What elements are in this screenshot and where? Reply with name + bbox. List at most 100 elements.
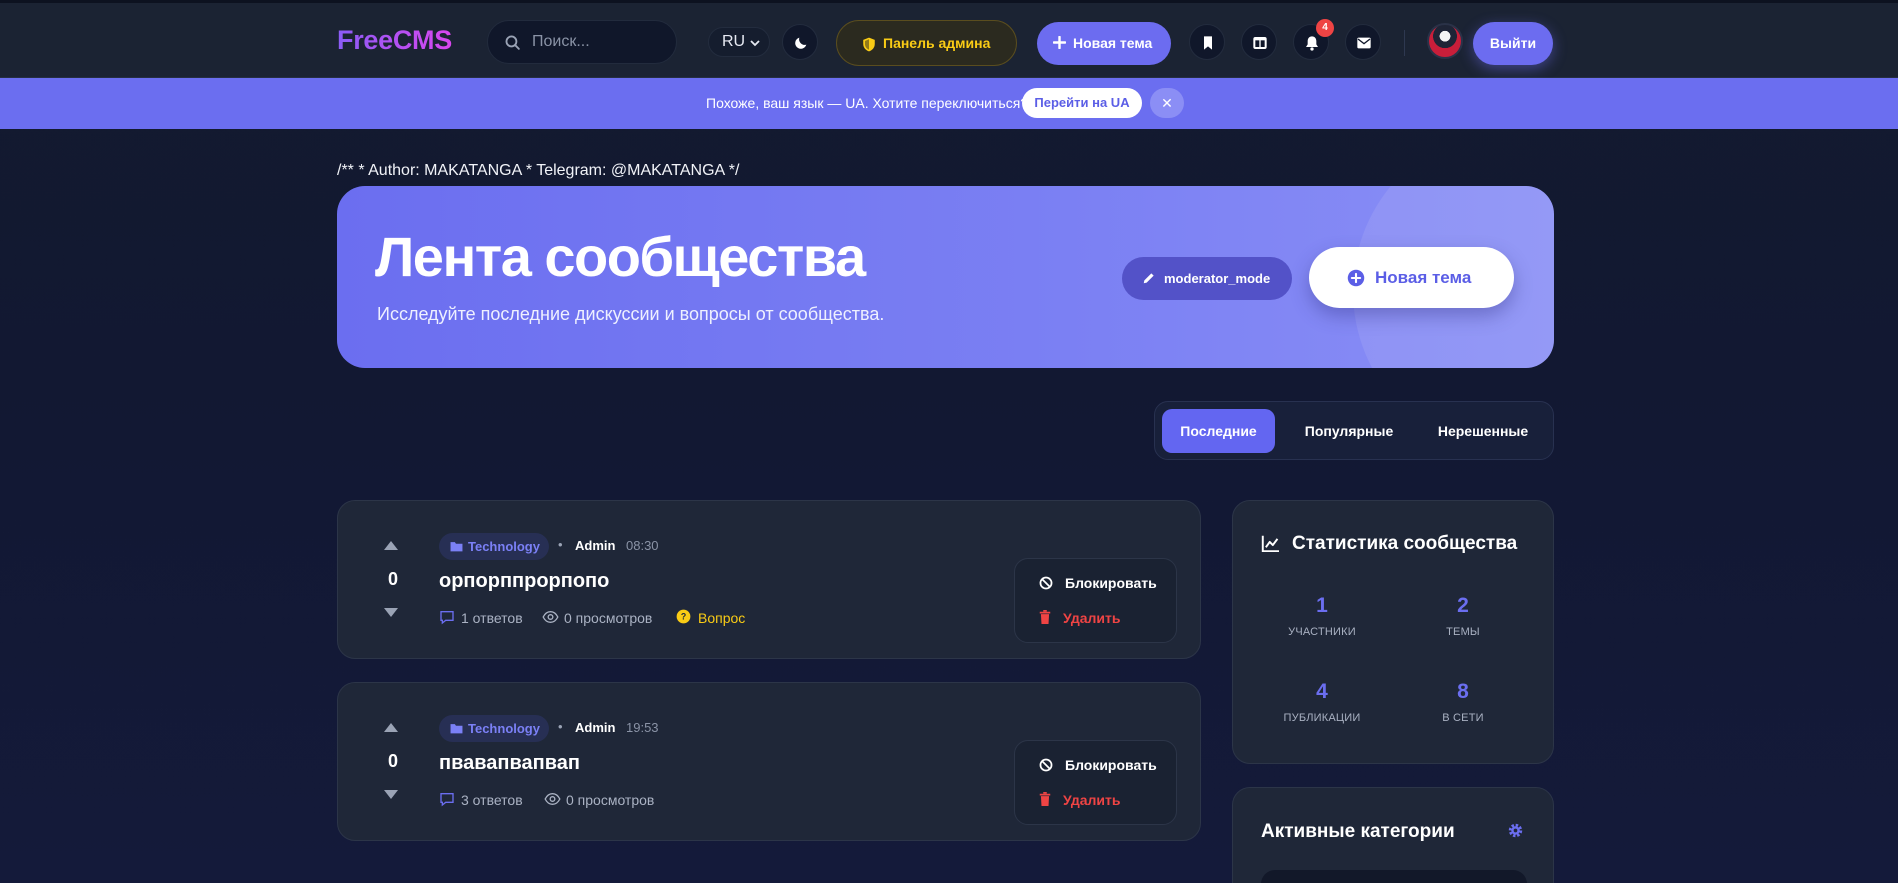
header-new-topic-button[interactable]: Новая тема [1037, 22, 1171, 65]
chart-line-icon [1261, 535, 1279, 552]
stat-online-value: 8 [1457, 680, 1469, 703]
page-title: Лента сообщества [375, 225, 866, 288]
category-chip[interactable]: Technology [439, 533, 549, 560]
theme-toggle-button[interactable] [782, 24, 818, 60]
tab-latest[interactable]: Последние [1162, 409, 1275, 453]
svg-text:?: ? [681, 612, 686, 622]
pencil-icon [1143, 273, 1154, 284]
stat-topics-value: 2 [1457, 594, 1469, 617]
stat-topics-label: ТЕМЫ [1446, 626, 1480, 638]
navbar-divider [1404, 30, 1405, 56]
folder-icon [450, 542, 463, 552]
search-input[interactable] [532, 21, 672, 63]
language-value: RU [722, 33, 746, 50]
post-title[interactable]: пвавапвапвап [439, 752, 580, 775]
stat-online-label: В СЕТИ [1442, 712, 1484, 724]
switch-language-button[interactable]: Перейти на UA [1022, 88, 1142, 118]
navbar-inner: FreeCMS RU Панель админа Н [337, 3, 1554, 81]
question-icon: ? [676, 609, 691, 624]
upvote-icon[interactable] [384, 723, 398, 732]
post-card[interactable]: 0 Technology • Admin 08:30 орпорппрорпоп… [337, 500, 1201, 659]
site-logo[interactable]: FreeCMS [337, 25, 452, 56]
top-navbar: FreeCMS RU Панель админа Н [0, 0, 1898, 78]
tab-unsolved[interactable]: Нерешенные [1417, 409, 1549, 453]
messages-button[interactable] [1345, 24, 1381, 60]
vote-count: 0 [387, 569, 398, 589]
answers-count: 1 ответов [461, 610, 523, 626]
hero-banner: Лента сообщества Исследуйте последние ди… [337, 186, 1554, 368]
ban-icon [1039, 758, 1053, 772]
post-time: 19:53 [626, 720, 659, 735]
logout-button[interactable]: Выйти [1473, 22, 1553, 65]
stat-posts: 4 ПУБЛИКАЦИИ [1252, 680, 1392, 724]
hero-new-topic-label: Новая тема [1375, 268, 1472, 287]
post-author[interactable]: Admin [575, 538, 615, 553]
views-count: 0 просмотров [566, 792, 655, 808]
eye-icon [542, 610, 559, 624]
views-count: 0 просмотров [564, 610, 653, 626]
user-avatar[interactable] [1427, 23, 1463, 59]
stat-posts-value: 4 [1316, 680, 1328, 703]
moderation-actions: Блокировать Удалить [1014, 558, 1177, 643]
question-tag-label: Вопрос [698, 610, 746, 626]
post-card[interactable]: 0 Technology • Admin 19:53 пвавапвапвап … [337, 682, 1201, 841]
downvote-icon[interactable] [384, 608, 398, 617]
hero-new-topic-button[interactable]: Новая тема [1309, 247, 1514, 308]
close-language-bar-button[interactable]: ✕ [1150, 88, 1184, 118]
upvote-icon[interactable] [384, 541, 398, 550]
category-label: Technology [468, 539, 540, 554]
author-comment-text: /** * Author: MAKATANGA * Telegram: @MAK… [337, 162, 740, 179]
moderation-actions: Блокировать Удалить [1014, 740, 1177, 825]
community-stats-title: Статистика сообщества [1292, 533, 1518, 554]
admin-panel-button[interactable]: Панель админа [836, 20, 1017, 66]
meta-separator: • [558, 537, 563, 552]
post-title[interactable]: орпорппрорпопо [439, 570, 609, 593]
gear-icon[interactable] [1507, 822, 1524, 839]
ban-icon [1039, 576, 1053, 590]
plus-circle-icon [1347, 269, 1365, 287]
post-author[interactable]: Admin [575, 720, 615, 735]
stat-online: 8 В СЕТИ [1393, 680, 1533, 724]
tab-popular[interactable]: Популярные [1288, 409, 1410, 453]
meta-separator: • [558, 719, 563, 734]
vote-count: 0 [387, 751, 398, 771]
moderator-mode-label: moderator_mode [1164, 271, 1271, 286]
delete-label: Удалить [1063, 792, 1121, 808]
language-suggestion-message: Похоже, ваш язык — UA. Хотите переключит… [706, 95, 1029, 111]
trash-icon [1039, 610, 1051, 624]
block-label: Блокировать [1065, 757, 1157, 773]
moderator-mode-button[interactable]: moderator_mode [1122, 257, 1292, 300]
delete-label: Удалить [1063, 610, 1121, 626]
notifications-button[interactable]: 4 [1293, 19, 1334, 60]
active-categories-card: Активные категории [1232, 787, 1554, 883]
comment-icon [440, 611, 454, 625]
community-stats-card: Статистика сообщества 1 УЧАСТНИКИ 2 ТЕМЫ… [1232, 500, 1554, 764]
trash-icon [1039, 792, 1051, 806]
stat-members-label: УЧАСТНИКИ [1288, 626, 1356, 638]
downvote-icon[interactable] [384, 790, 398, 799]
language-select[interactable]: RU [708, 27, 770, 57]
folder-icon [450, 724, 463, 734]
category-list-item[interactable] [1261, 870, 1527, 883]
layout-button[interactable] [1241, 24, 1277, 60]
answers-count: 3 ответов [461, 792, 523, 808]
shield-icon [863, 37, 875, 52]
search-box[interactable] [487, 20, 677, 64]
admin-panel-label: Панель админа [883, 35, 991, 51]
bookmarks-button[interactable] [1189, 24, 1225, 60]
header-new-topic-label: Новая тема [1073, 35, 1153, 51]
comment-icon [440, 793, 454, 807]
block-label: Блокировать [1065, 575, 1157, 591]
search-icon [504, 34, 521, 51]
post-time: 08:30 [626, 538, 659, 553]
feed-tabs: Последние Популярные Нерешенные [1154, 401, 1554, 460]
eye-icon [544, 792, 561, 806]
stat-posts-label: ПУБЛИКАЦИИ [1283, 712, 1361, 724]
plus-icon [1053, 36, 1066, 49]
notification-count-badge: 4 [1316, 19, 1334, 37]
category-chip[interactable]: Technology [439, 715, 549, 742]
stat-members: 1 УЧАСТНИКИ [1252, 594, 1392, 638]
page-subtitle: Исследуйте последние дискуссии и вопросы… [377, 304, 885, 324]
chevron-down-icon [750, 38, 760, 48]
category-label: Technology [468, 721, 540, 736]
